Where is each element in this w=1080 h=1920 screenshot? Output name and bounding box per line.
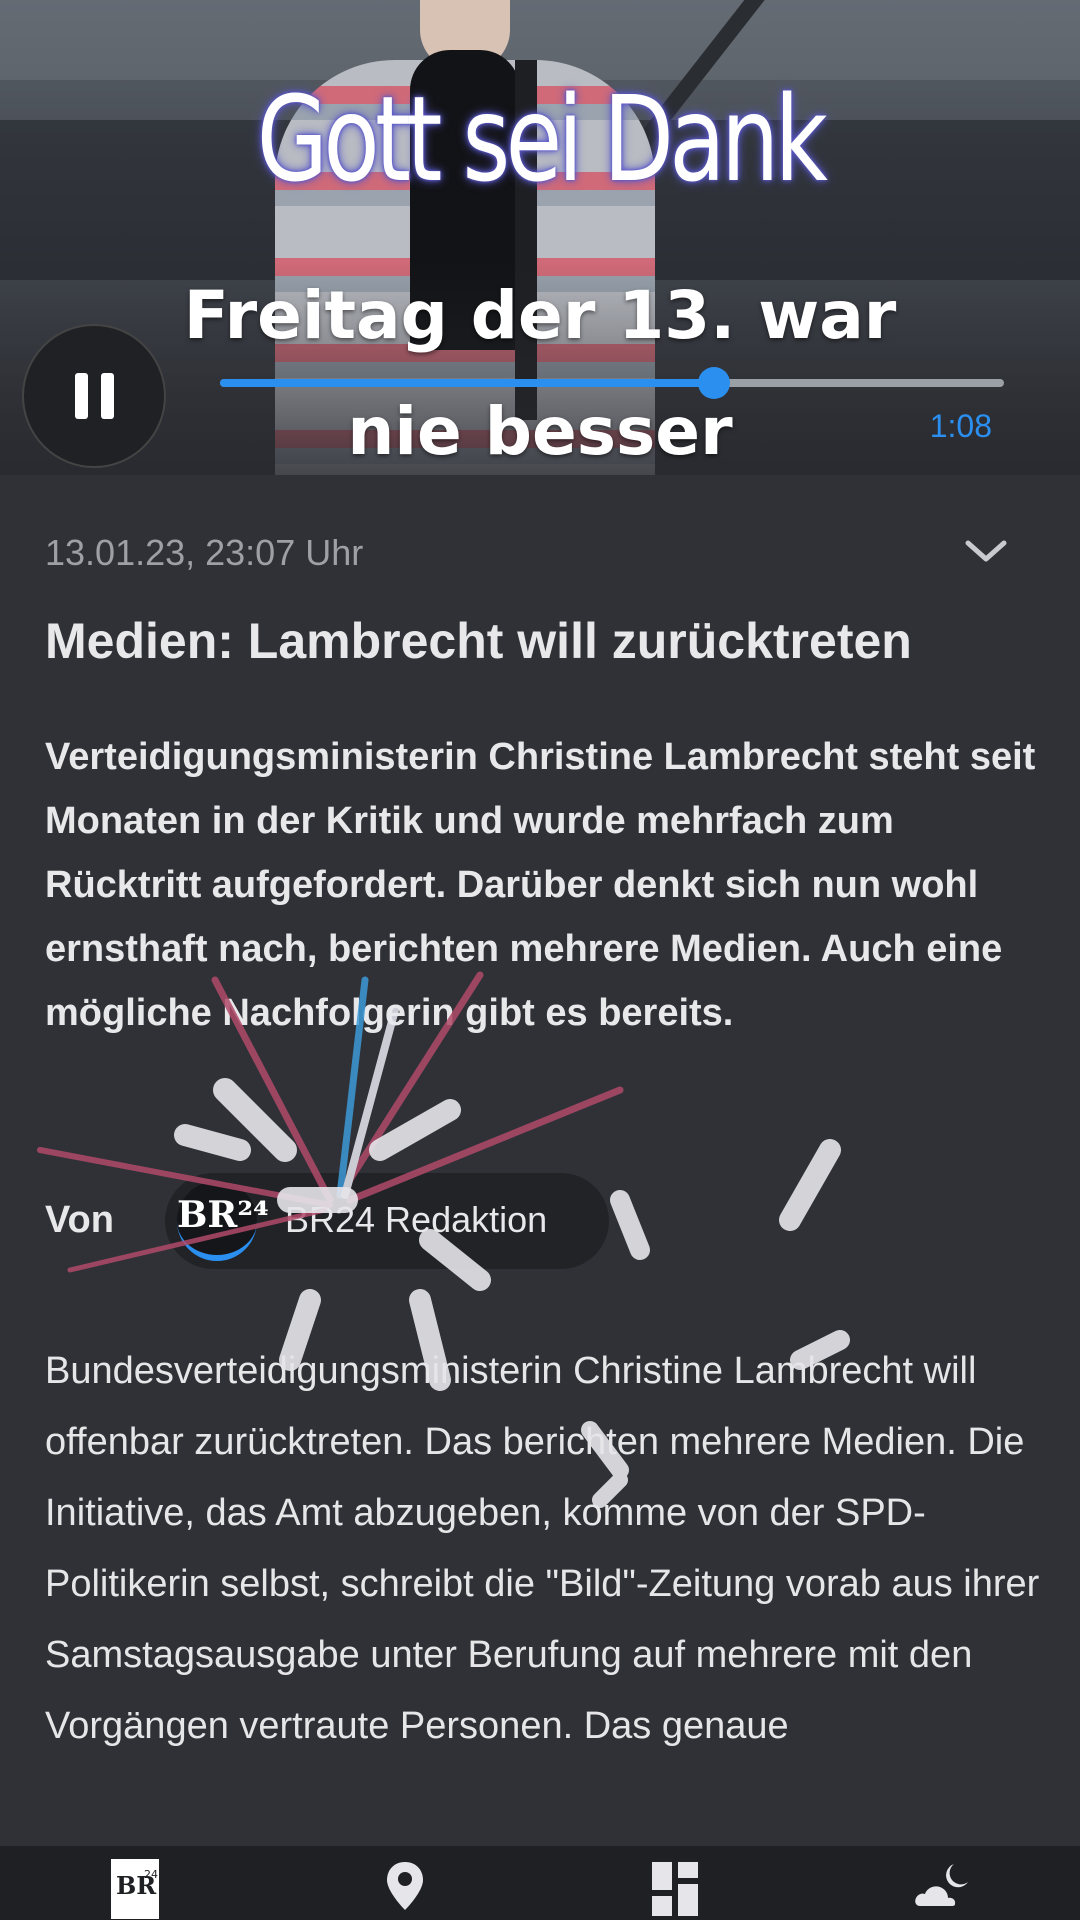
br24-logo: BR²⁴ [177, 1181, 269, 1261]
video-time: 1:08 [929, 408, 992, 444]
bottom-navigation: BR 24 [0, 1846, 1080, 1920]
video-progress-bar[interactable] [220, 367, 1004, 399]
video-caption-subtitle: Freitag der 13. war nie besser [183, 277, 897, 470]
video-caption-title: Gott sei Dank [256, 70, 828, 208]
nav-item-region[interactable] [270, 1846, 540, 1920]
pause-icon [75, 373, 88, 419]
nav-item-rubriken[interactable] [540, 1846, 810, 1920]
article-body: Bundesverteidigungsministerin Christine … [45, 1350, 1040, 1747]
chevron-down-icon[interactable] [962, 535, 1010, 565]
svg-text:24: 24 [144, 1868, 158, 1881]
location-pin-icon [387, 1862, 423, 1910]
author-label: Von [45, 1199, 114, 1241]
br24-logo-icon: BR 24 [111, 1859, 159, 1919]
video-progress-fill [220, 379, 714, 387]
article-date: 13.01.23, 23:07 Uhr [45, 532, 364, 573]
article-lead: Verteidigungsministerin Christine Lambre… [45, 736, 1036, 1034]
video-progress-handle[interactable] [697, 367, 730, 399]
article-title: Medien: Lambrecht will zurücktreten [45, 613, 912, 669]
author-chip[interactable]: BR²⁴ BR24 Redaktion [165, 1173, 609, 1269]
dashboard-icon [652, 1862, 698, 1916]
nav-item-home[interactable]: BR 24 [0, 1846, 270, 1920]
pause-button[interactable] [22, 324, 166, 468]
author-name: BR24 Redaktion [285, 1199, 548, 1240]
nav-item-weather[interactable] [810, 1846, 1080, 1920]
weather-icon [915, 1864, 968, 1906]
